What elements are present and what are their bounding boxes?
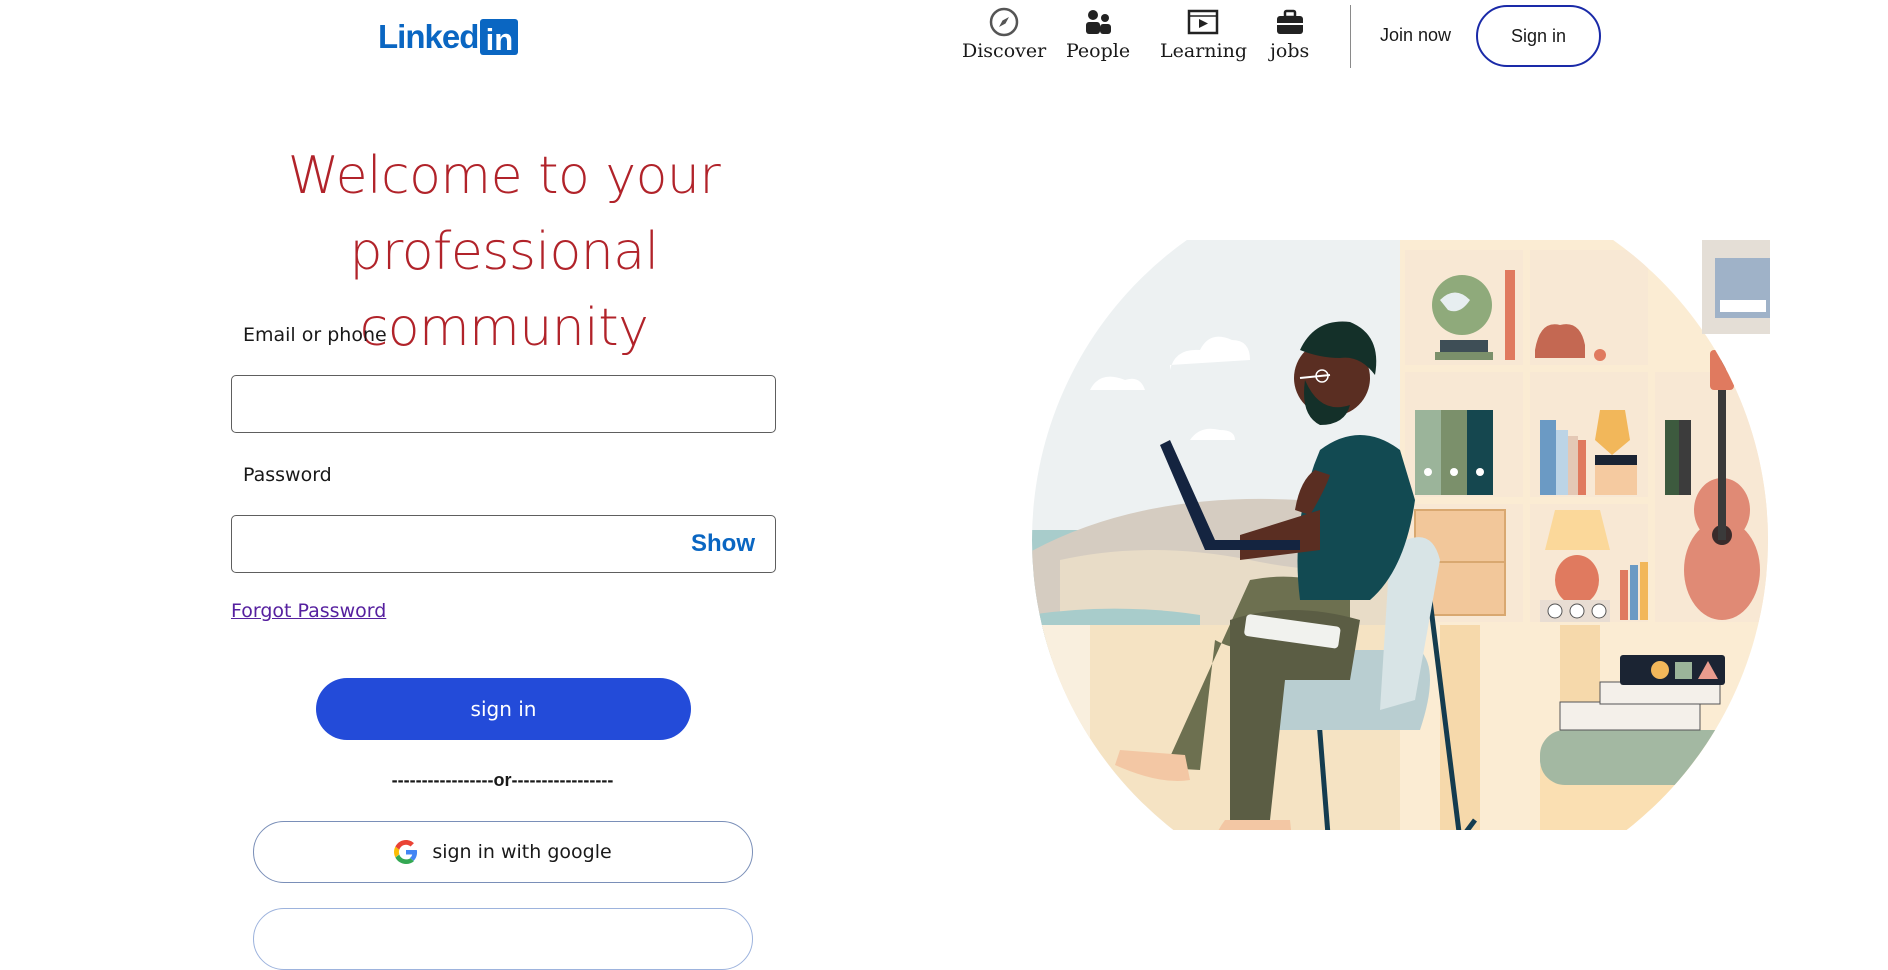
google-sign-in-button[interactable]: sign in with google	[253, 821, 753, 883]
join-now-link[interactable]: Join now	[1380, 25, 1451, 46]
nav-people[interactable]: People	[1066, 6, 1130, 62]
show-password-button[interactable]: Show	[691, 530, 755, 558]
nav-learning-label: Learning	[1160, 40, 1247, 62]
header-divider	[1350, 5, 1351, 68]
google-sign-in-label: sign in with google	[432, 841, 612, 863]
nav-discover-label: Discover	[962, 40, 1047, 62]
nav-discover[interactable]: Discover	[962, 6, 1046, 62]
email-label: Email or phone	[243, 324, 387, 346]
nav-jobs-label: jobs	[1270, 40, 1310, 62]
compass-icon	[988, 6, 1020, 38]
forgot-password-link[interactable]: Forgot Password	[231, 600, 386, 622]
linkedin-logo[interactable]: Linked in	[378, 18, 519, 56]
logo-in-box: in	[480, 19, 519, 55]
secondary-sign-in-button[interactable]	[253, 908, 753, 970]
password-field[interactable]: Show	[231, 515, 776, 573]
people-icon	[1082, 6, 1114, 38]
headline-line-1: Welcome to your	[287, 146, 721, 206]
nav-people-label: People	[1066, 40, 1131, 62]
or-separator: -----------------or-----------------	[391, 770, 614, 790]
google-icon	[394, 840, 418, 864]
email-field[interactable]	[231, 375, 776, 433]
logo-wordmark: Linked	[378, 18, 479, 55]
video-icon	[1187, 6, 1219, 38]
nav-learning[interactable]: Learning	[1160, 6, 1247, 62]
briefcase-icon	[1274, 6, 1306, 38]
hero-illustration	[1000, 240, 1786, 885]
email-input[interactable]	[232, 376, 775, 432]
nav-jobs[interactable]: jobs	[1270, 6, 1309, 62]
header-sign-in-button[interactable]: Sign in	[1476, 5, 1601, 67]
sign-in-button[interactable]: sign in	[316, 678, 691, 740]
password-label: Password	[243, 464, 332, 486]
